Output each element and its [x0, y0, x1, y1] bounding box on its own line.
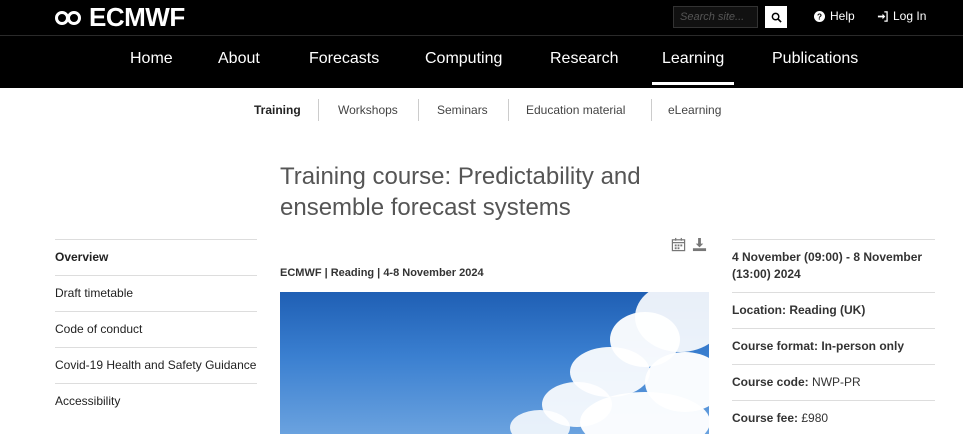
calendar-icon[interactable] [671, 237, 686, 252]
help-label: Help [830, 9, 855, 23]
course-code: Course code: NWP-PR [732, 364, 935, 400]
course-meta: ECMWF | Reading | 4-8 November 2024 [280, 267, 484, 279]
top-header: ECMWF ? Help Log In Home About Forecasts… [0, 0, 963, 88]
course-format: Course format: In-person only [732, 328, 935, 364]
sign-in-icon [877, 10, 888, 22]
course-format-text: Course format: In-person only [732, 339, 905, 353]
course-code-label: Course code: [732, 375, 809, 389]
subnav-separator [651, 99, 652, 121]
login-label: Log In [893, 9, 927, 23]
course-sidebar: Overview Draft timetable Code of conduct… [55, 239, 257, 419]
subnav-item-elearning[interactable]: eLearning [668, 103, 721, 117]
subnav-item-training[interactable]: Training [254, 103, 301, 117]
nav-item-home[interactable]: Home [130, 50, 173, 68]
question-circle-icon: ? [814, 10, 825, 22]
course-dates-text: 4 November (09:00) - 8 November (13:00) … [732, 250, 923, 281]
course-location-text: Location: Reading (UK) [732, 303, 866, 317]
logo-text: ECMWF [89, 2, 185, 32]
course-dates: 4 November (09:00) - 8 November (13:00) … [732, 239, 935, 292]
sub-nav: Training Workshops Seminars Education ma… [0, 99, 963, 121]
nav-item-research[interactable]: Research [550, 50, 618, 68]
subnav-separator [418, 99, 419, 121]
course-code-value: NWP-PR [812, 375, 861, 389]
search-button[interactable] [765, 6, 787, 28]
subnav-item-seminars[interactable]: Seminars [437, 103, 488, 117]
course-fee-label: Course fee: [732, 411, 799, 425]
nav-item-about[interactable]: About [218, 50, 260, 68]
sidebar-item-covid-guidance[interactable]: Covid-19 Health and Safety Guidance [55, 347, 257, 383]
nav-item-publications[interactable]: Publications [772, 50, 858, 68]
nav-item-learning[interactable]: Learning [651, 50, 735, 85]
login-link[interactable]: Log In [877, 9, 926, 23]
search-input[interactable] [673, 6, 758, 28]
page-title: Training course: Predictability and ense… [280, 163, 641, 221]
sidebar-item-code-of-conduct[interactable]: Code of conduct [55, 311, 257, 347]
ecmwf-logo[interactable]: ECMWF [55, 2, 185, 33]
main-nav: Home About Forecasts Computing Research … [0, 36, 963, 86]
course-hero-image [280, 292, 709, 434]
course-location: Location: Reading (UK) [732, 292, 935, 328]
subnav-separator [508, 99, 509, 121]
course-fee-value: £980 [801, 411, 829, 425]
nav-item-computing[interactable]: Computing [425, 50, 502, 68]
svg-text:?: ? [817, 12, 822, 21]
sidebar-item-overview[interactable]: Overview [55, 239, 257, 275]
search-icon [771, 12, 782, 23]
help-link[interactable]: ? Help [814, 9, 855, 23]
sidebar-item-draft-timetable[interactable]: Draft timetable [55, 275, 257, 311]
subnav-separator [318, 99, 319, 121]
course-fee: Course fee: £980 [732, 400, 935, 436]
nav-item-forecasts[interactable]: Forecasts [309, 50, 379, 68]
subnav-item-education-material[interactable]: Education material [526, 103, 625, 117]
event-actions [671, 237, 707, 252]
download-icon[interactable] [692, 237, 707, 252]
subnav-item-workshops[interactable]: Workshops [338, 103, 398, 117]
course-info-panel: 4 November (09:00) - 8 November (13:00) … [732, 239, 935, 436]
logo-mark-icon [55, 9, 85, 27]
sidebar-item-accessibility[interactable]: Accessibility [55, 383, 257, 419]
